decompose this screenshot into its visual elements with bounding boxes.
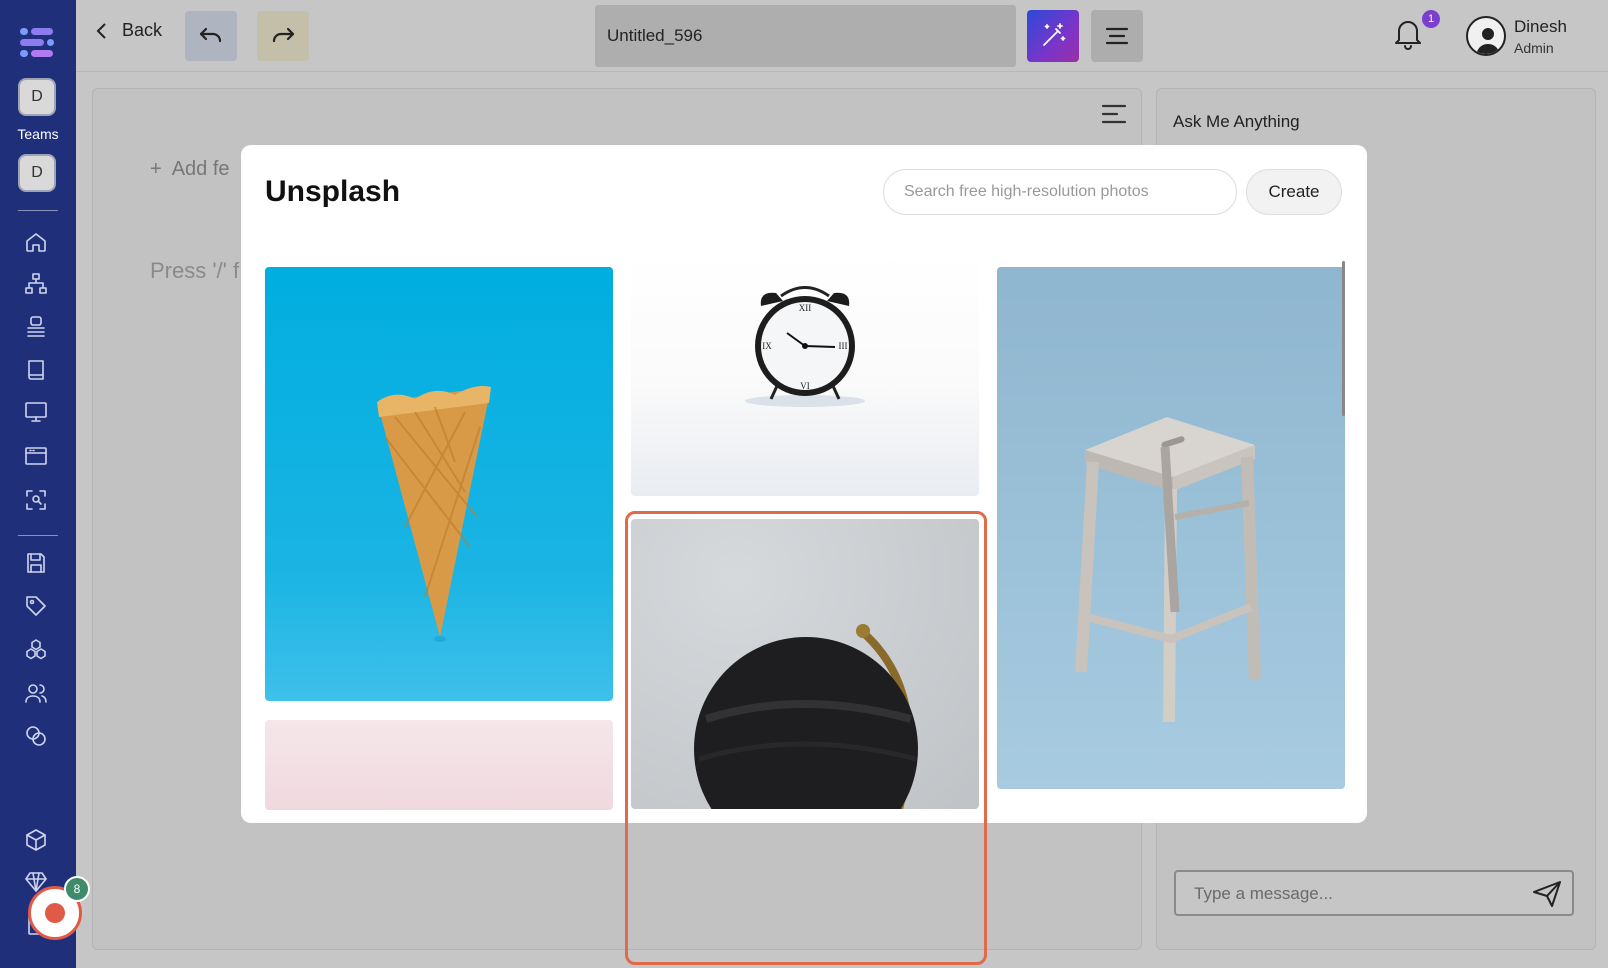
book-icon[interactable] xyxy=(22,356,50,384)
app-logo-icon[interactable] xyxy=(18,26,56,60)
back-button[interactable]: Back xyxy=(92,20,162,41)
photo-wooden-stool[interactable] xyxy=(997,267,1345,789)
menu-lines-icon xyxy=(1101,104,1127,124)
selection-highlight xyxy=(625,511,987,965)
redo-button[interactable] xyxy=(257,11,309,61)
monitor-icon[interactable] xyxy=(22,398,50,426)
sidebar-divider-2 xyxy=(18,535,58,536)
chat-input-field[interactable]: Type a message... xyxy=(1174,870,1574,916)
chevron-left-icon xyxy=(96,22,106,39)
modal-scrollbar[interactable] xyxy=(1342,261,1345,416)
save-icon[interactable] xyxy=(22,549,50,577)
chat-title: Ask Me Anything xyxy=(1173,112,1300,131)
sidebar-divider xyxy=(18,210,58,211)
team-avatar-bottom[interactable]: D xyxy=(18,154,56,192)
browser-window-icon[interactable] xyxy=(22,442,50,470)
coins-icon[interactable] xyxy=(22,722,50,750)
back-label: Back xyxy=(122,20,163,40)
svg-text:III: III xyxy=(839,341,848,351)
magic-wand-icon xyxy=(1043,23,1066,46)
undo-button[interactable] xyxy=(185,11,237,61)
bell-icon xyxy=(1395,21,1421,50)
photo-search-input[interactable] xyxy=(883,169,1237,215)
home-icon[interactable] xyxy=(22,228,50,256)
magic-wand-button[interactable] xyxy=(1027,10,1079,62)
sidebar: D Teams D xyxy=(0,0,76,968)
svg-text:VI: VI xyxy=(800,381,810,391)
redo-icon xyxy=(272,27,295,43)
photo-pink-background[interactable] xyxy=(265,720,613,810)
record-dot-icon xyxy=(45,903,65,923)
create-button[interactable]: Create xyxy=(1246,169,1342,215)
modal-title: Unsplash xyxy=(265,175,401,208)
photo-alarm-clock[interactable]: XII VI IX III xyxy=(631,251,979,496)
menu-lines-icon xyxy=(1105,27,1129,45)
photo-ice-cream-cone[interactable] xyxy=(265,267,613,701)
user-role: Admin xyxy=(1514,40,1554,56)
svg-text:XII: XII xyxy=(799,303,812,313)
editor-menu-button[interactable] xyxy=(1100,102,1128,126)
plus-icon: + xyxy=(150,158,162,180)
package-icon[interactable] xyxy=(22,826,50,854)
chat-input-placeholder: Type a message... xyxy=(1194,884,1333,903)
stack-icon[interactable] xyxy=(22,313,50,341)
send-icon[interactable] xyxy=(1532,880,1562,908)
topbar: Back Untitled_596 1 Dinesh Admin xyxy=(76,0,1608,72)
undo-icon xyxy=(199,27,222,43)
notification-count-badge: 1 xyxy=(1422,10,1440,28)
tag-icon[interactable] xyxy=(22,592,50,620)
add-feature-button[interactable]: + Add fe xyxy=(150,158,230,181)
svg-text:IX: IX xyxy=(762,341,772,351)
user-avatar[interactable] xyxy=(1466,16,1506,56)
document-title-input[interactable]: Untitled_596 xyxy=(595,5,1016,67)
users-icon[interactable] xyxy=(22,679,50,707)
record-count-badge: 8 xyxy=(64,876,90,902)
teams-label: Teams xyxy=(17,126,59,142)
scan-icon[interactable] xyxy=(22,486,50,514)
notifications-button[interactable] xyxy=(1393,18,1425,52)
add-feature-label: Add fe xyxy=(171,158,230,180)
team-avatar-top[interactable]: D xyxy=(18,78,56,116)
user-name: Dinesh xyxy=(1514,17,1567,36)
hierarchy-icon[interactable] xyxy=(22,270,50,298)
cubes-icon[interactable] xyxy=(22,636,50,664)
editor-placeholder: Press '/' f xyxy=(150,258,240,283)
menu-button[interactable] xyxy=(1091,10,1143,62)
